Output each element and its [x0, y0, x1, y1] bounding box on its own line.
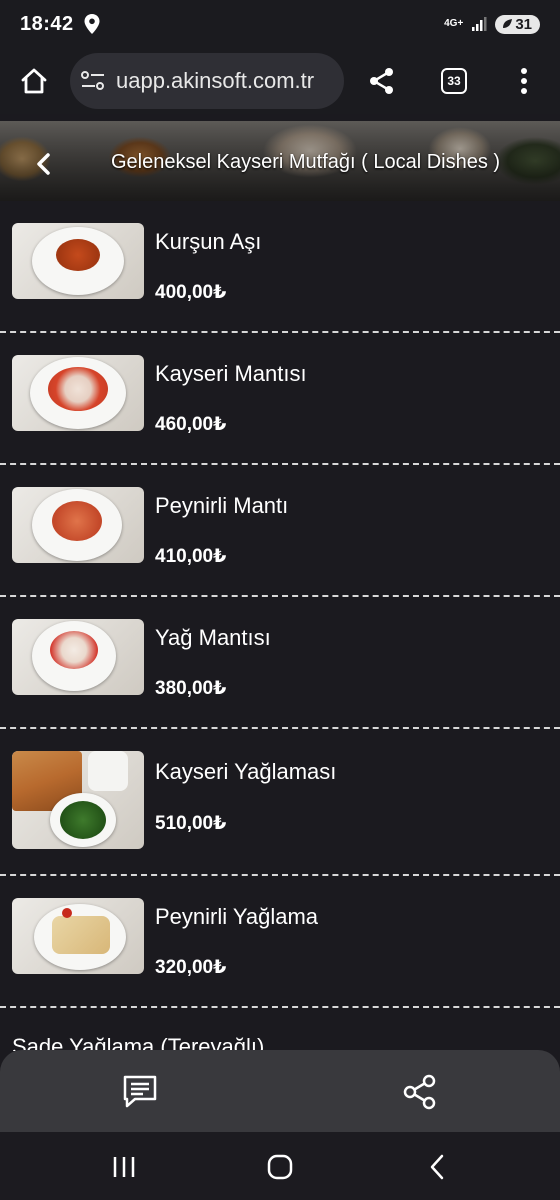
system-home-button[interactable]: [265, 1152, 295, 1182]
share-page-button[interactable]: [400, 1072, 440, 1112]
status-time: 18:42: [20, 12, 74, 35]
dish-photo: [12, 751, 144, 849]
tab-count: 33: [447, 74, 461, 88]
menu-item[interactable]: Kayseri Mantısı 460,00₺: [0, 333, 560, 465]
menu-item[interactable]: Yağ Mantısı 380,00₺: [0, 597, 560, 729]
tabs-button[interactable]: 33: [434, 61, 474, 101]
dish-name: Kurşun Aşı: [155, 229, 262, 254]
dish-name: Kayseri Yağlaması: [155, 759, 337, 784]
dish-price: 400,00₺: [155, 282, 227, 303]
system-back-button[interactable]: [422, 1152, 452, 1182]
category-title: Geleneksel Kayseri Mutfağı ( Local Dishe…: [111, 151, 501, 173]
menu-item-partial[interactable]: Sade Yağlama (Tereyağlı): [0, 1008, 560, 1051]
browser-toolbar: uapp.akinsoft.com.tr 33: [0, 48, 560, 114]
dish-photo: [12, 355, 144, 431]
dish-price: 510,00₺: [155, 813, 227, 834]
menu-item[interactable]: Kurşun Aşı 400,00₺: [0, 201, 560, 333]
menu-list: Kurşun Aşı 400,00₺ Kayseri Mantısı 460,0…: [0, 201, 560, 1051]
share-icon: [403, 1074, 436, 1110]
home-icon: [21, 68, 47, 94]
network-label: 4G+: [444, 18, 464, 29]
dish-name: Peynirli Yağlama: [155, 904, 319, 929]
menu-item[interactable]: Kayseri Yağlaması 510,00₺: [0, 729, 560, 876]
home-circle-icon: [267, 1154, 293, 1180]
recents-icon: [113, 1157, 135, 1177]
dish-photo: [12, 898, 144, 974]
category-back-button[interactable]: [28, 149, 58, 179]
battery-saver-icon: [503, 19, 513, 28]
bottom-action-bar: [0, 1050, 560, 1132]
dish-price: 380,00₺: [155, 678, 227, 699]
tabs-icon: 33: [441, 68, 467, 94]
category-header: Geleneksel Kayseri Mutfağı ( Local Dishe…: [0, 121, 560, 201]
battery-level: 31: [515, 15, 532, 33]
home-button[interactable]: [14, 61, 54, 101]
menu-item[interactable]: Peynirli Yağlama 320,00₺: [0, 876, 560, 1008]
menu-item[interactable]: Peynirli Mantı 410,00₺: [0, 465, 560, 597]
dish-name: Sade Yağlama (Tereyağlı): [12, 1034, 265, 1051]
dish-price: 460,00₺: [155, 414, 227, 435]
dish-price: 410,00₺: [155, 546, 227, 567]
chevron-left-icon: [37, 153, 50, 175]
status-bar: 18:42 4G+ 31: [0, 0, 560, 48]
location-icon: [84, 14, 100, 34]
dish-photo: [12, 223, 144, 299]
more-icon: [521, 68, 527, 94]
dish-price: 320,00₺: [155, 957, 227, 978]
dish-photo: [12, 487, 144, 563]
battery-indicator: 31: [495, 14, 540, 34]
dish-name: Yağ Mantısı: [155, 625, 271, 650]
back-icon: [430, 1154, 444, 1180]
chat-icon: [123, 1075, 157, 1108]
chat-button[interactable]: [120, 1072, 160, 1112]
dish-name: Peynirli Mantı: [155, 493, 289, 518]
dish-name: Kayseri Mantısı: [155, 361, 307, 386]
share-button[interactable]: [362, 61, 402, 101]
recents-button[interactable]: [109, 1152, 139, 1182]
site-settings-icon[interactable]: [80, 70, 106, 92]
status-icons: 4G+ 31: [444, 14, 540, 34]
dish-photo: [12, 619, 144, 695]
share-icon: [370, 68, 393, 94]
url-text[interactable]: uapp.akinsoft.com.tr: [116, 68, 314, 94]
system-navigation-bar: [0, 1132, 560, 1200]
more-menu-button[interactable]: [504, 61, 544, 101]
address-bar[interactable]: uapp.akinsoft.com.tr: [70, 53, 344, 109]
signal-icon: [472, 17, 487, 31]
